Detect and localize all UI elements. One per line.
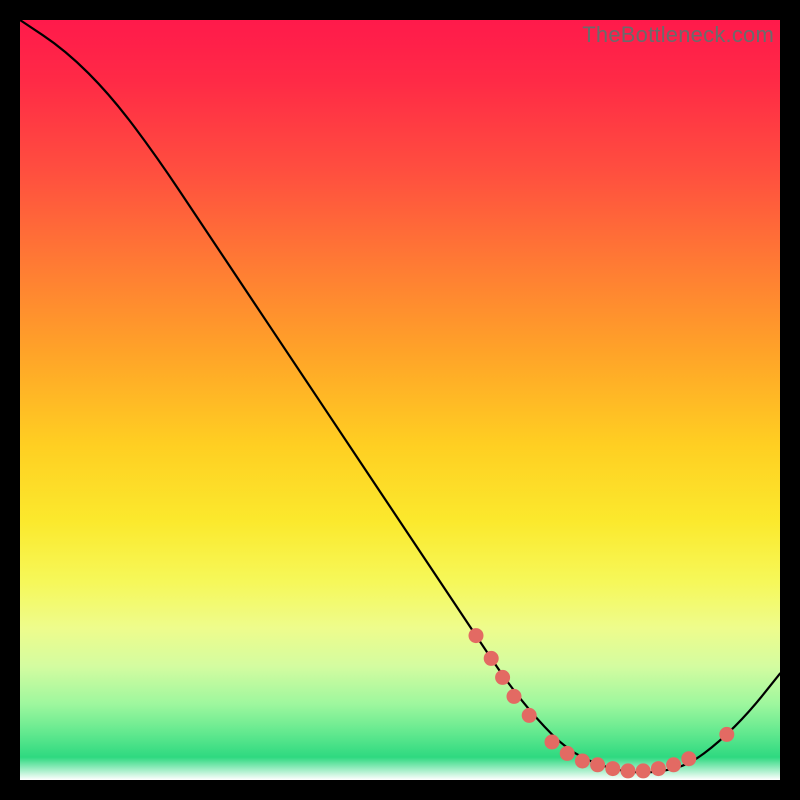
curve-marker [496,670,510,684]
bottleneck-curve [20,20,780,780]
curve-marker [560,746,574,760]
plot-area: TheBottleneck.com [20,20,780,780]
curve-marker [575,754,589,768]
curve-marker [720,727,734,741]
curve-marker [682,752,696,766]
curve-marker [636,764,650,778]
curve-marker [651,762,665,776]
curve-marker [606,762,620,776]
curve-marker [469,629,483,643]
curve-markers [469,629,734,778]
curve-marker [621,764,635,778]
curve-marker [545,735,559,749]
curve-marker [522,708,536,722]
curve-marker [591,758,605,772]
chart-frame: TheBottleneck.com [0,0,800,800]
curve-marker [484,651,498,665]
curve-marker [507,689,521,703]
curve-path [20,20,780,772]
curve-marker [667,758,681,772]
